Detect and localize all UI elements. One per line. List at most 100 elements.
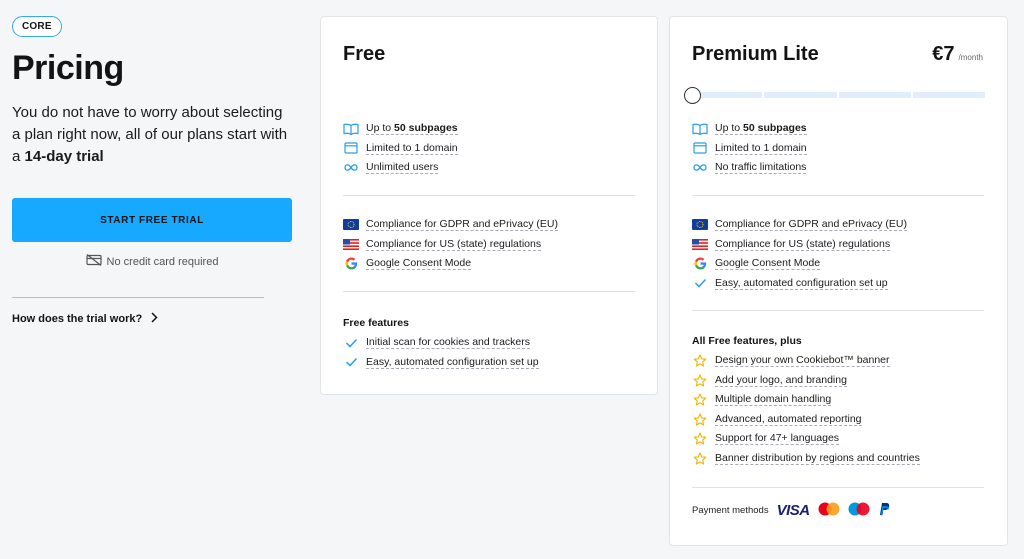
plan-price: €7 /month <box>932 43 983 66</box>
list-item: Unlimited users <box>343 158 635 178</box>
infinity-icon <box>343 161 359 175</box>
list-item: Limited to 1 domain <box>343 139 635 159</box>
infinity-icon <box>692 161 708 175</box>
plan-title: Free <box>343 43 386 65</box>
star-icon <box>692 412 708 426</box>
list-item: Limited to 1 domain <box>692 139 984 159</box>
features-title: Free features <box>343 317 409 329</box>
plan-tier-badge: CORE <box>12 16 62 37</box>
list-item: Compliance for GDPR and ePrivacy (EU) <box>343 215 635 235</box>
check-icon <box>343 355 359 369</box>
star-icon <box>692 354 708 368</box>
payment-methods-label: Payment methods <box>692 505 769 516</box>
list-item-label[interactable]: Up to 50 subpages <box>366 122 458 136</box>
us-flag-icon <box>692 237 708 251</box>
payment-methods: Payment methods VISA <box>692 502 890 519</box>
list-item-label[interactable]: Compliance for US (state) regulations <box>366 238 542 251</box>
trial-length: 14-day trial <box>24 148 104 165</box>
list-item: Advanced, automated reporting <box>692 410 984 430</box>
premium-lite-plan-card: Premium Lite €7 /month Up to 50 subpages… <box>669 16 1008 546</box>
list-item: Banner distribution by regions and count… <box>692 449 984 469</box>
maestro-icon <box>848 502 870 519</box>
list-item-label[interactable]: Limited to 1 domain <box>715 142 807 155</box>
list-item: Easy, automated configuration set up <box>692 274 984 294</box>
window-icon <box>343 141 359 155</box>
free-plan-card: Free Up to 50 subpages Limited to 1 domai… <box>320 16 658 395</box>
intro-panel: CORE Pricing You do not have to worry ab… <box>12 16 292 168</box>
list-item-label[interactable]: Support for 47+ languages <box>715 432 840 446</box>
list-item-label[interactable]: Limited to 1 domain <box>366 142 458 155</box>
eu-flag-icon <box>692 218 708 232</box>
list-item: Compliance for GDPR and ePrivacy (EU) <box>692 215 984 235</box>
list-item: Compliance for US (state) regulations <box>692 235 984 255</box>
list-item-label[interactable]: No traffic limitations <box>715 161 807 175</box>
page-title: Pricing <box>12 49 124 87</box>
list-item-label[interactable]: Compliance for GDPR and ePrivacy (EU) <box>366 218 558 232</box>
divider <box>343 195 635 196</box>
list-item-label[interactable]: Google Consent Mode <box>715 257 821 271</box>
paypal-icon <box>878 502 890 519</box>
list-item-label[interactable]: Compliance for GDPR and ePrivacy (EU) <box>715 218 907 232</box>
divider <box>343 291 635 292</box>
list-item-label[interactable]: Add your logo, and branding <box>715 374 847 387</box>
list-item: Support for 47+ languages <box>692 429 984 449</box>
list-item-label[interactable]: Google Consent Mode <box>366 257 472 271</box>
slider-track[interactable] <box>690 92 985 98</box>
list-item: Up to 50 subpages <box>692 119 984 139</box>
check-icon <box>692 276 708 290</box>
list-item-label[interactable]: Initial scan for cookies and trackers <box>366 336 530 350</box>
divider <box>692 195 984 196</box>
limits-list: Up to 50 subpages Limited to 1 domain Unli… <box>343 119 635 178</box>
book-icon <box>692 122 708 136</box>
star-icon <box>692 373 708 387</box>
list-item: Add your logo, and branding <box>692 371 984 391</box>
book-icon <box>343 122 359 136</box>
list-item: Multiple domain handling <box>692 390 984 410</box>
google-icon <box>343 257 359 271</box>
list-item: Design your own Cookiebot™ banner <box>692 351 984 371</box>
compliance-list: Compliance for GDPR and ePrivacy (EU) Com… <box>692 215 984 293</box>
divider <box>12 297 264 298</box>
plan-size-slider[interactable] <box>684 87 985 104</box>
no-credit-card-note: No credit card required <box>12 254 292 269</box>
divider <box>692 310 984 311</box>
plan-title: Premium Lite <box>692 43 819 65</box>
list-item-label[interactable]: Design your own Cookiebot™ banner <box>715 354 890 368</box>
list-item: Google Consent Mode <box>692 254 984 274</box>
price-amount: €7 <box>932 43 955 65</box>
us-flag-icon <box>343 237 359 251</box>
start-free-trial-button[interactable]: START FREE TRIAL <box>12 198 292 242</box>
no-card-icon <box>85 254 102 269</box>
list-item-label[interactable]: Unlimited users <box>366 161 439 175</box>
mastercard-icon <box>818 502 840 519</box>
list-item: Up to 50 subpages <box>343 119 635 139</box>
list-item: Compliance for US (state) regulations <box>343 235 635 255</box>
list-item-label[interactable]: Multiple domain handling <box>715 393 832 407</box>
compliance-list: Compliance for GDPR and ePrivacy (EU) Com… <box>343 215 635 274</box>
list-item-label[interactable]: Up to 50 subpages <box>715 122 807 136</box>
list-item: Easy, automated configuration set up <box>343 353 635 373</box>
window-icon <box>692 141 708 155</box>
price-unit: /month <box>958 53 983 62</box>
features-list: All Free features, plus Design your own … <box>692 335 984 468</box>
limits-list: Up to 50 subpages Limited to 1 domain No t… <box>692 119 984 178</box>
list-item-label[interactable]: Easy, automated configuration set up <box>366 356 539 369</box>
star-icon <box>692 432 708 446</box>
list-item-label[interactable]: Advanced, automated reporting <box>715 413 862 426</box>
how-trial-works-link[interactable]: How does the trial work? <box>12 312 158 326</box>
visa-logo: VISA <box>776 502 811 519</box>
slider-handle[interactable] <box>684 87 701 104</box>
star-icon <box>692 451 708 465</box>
no-credit-card-label: No credit card required <box>106 255 219 268</box>
list-item-label[interactable]: Compliance for US (state) regulations <box>715 238 891 251</box>
intro-text: You do not have to worry about selecting… <box>12 104 288 165</box>
list-item-label[interactable]: Banner distribution by regions and count… <box>715 452 920 465</box>
star-icon <box>692 393 708 407</box>
list-item: Initial scan for cookies and trackers <box>343 333 635 353</box>
list-item: Google Consent Mode <box>343 254 635 274</box>
divider <box>692 487 984 488</box>
features-title: All Free features, plus <box>692 335 802 347</box>
list-item-label[interactable]: Easy, automated configuration set up <box>715 277 888 290</box>
google-icon <box>692 257 708 271</box>
chevron-right-icon <box>150 312 158 326</box>
